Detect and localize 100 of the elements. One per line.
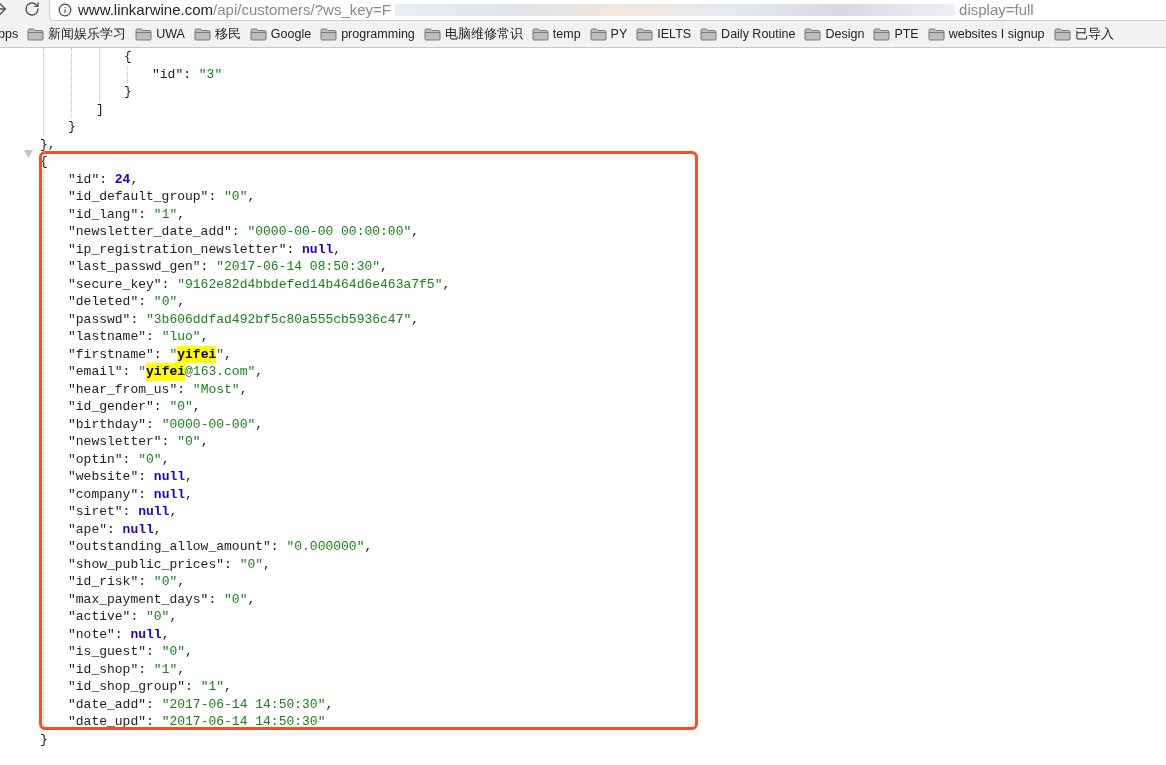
json-punctuation: , (442, 275, 451, 293)
json-key: "note": (68, 625, 131, 643)
json-punctuation: , (224, 678, 232, 696)
json-key: "hear_from_us": (68, 380, 193, 398)
json-value: null (138, 503, 170, 521)
json-punctuation: { (124, 48, 132, 66)
json-key: "id_shop": (68, 660, 154, 678)
json-value: "0000-00-00 00:00:00" (247, 223, 412, 241)
json-key: "id_shop_group": (68, 678, 201, 696)
bookmark-item[interactable]: UWA (135, 24, 185, 44)
json-punctuation: , (255, 415, 264, 433)
json-punctuation: , (177, 660, 186, 678)
json-punctuation: }, (40, 135, 56, 153)
json-value: 24 (114, 170, 131, 188)
json-key: "last_passwd_gen": (68, 258, 217, 276)
bookmark-item[interactable]: Daily Routine (700, 24, 796, 44)
json-value: "0" (177, 433, 201, 451)
json-key: "firstname": (68, 345, 170, 363)
bookmark-item[interactable]: 电脑维修常识 (423, 24, 523, 44)
bookmark-item[interactable]: Google (249, 24, 312, 44)
json-key: "newsletter": (68, 433, 178, 451)
json-key: "id_gender": (68, 398, 170, 416)
json-value: "0" (169, 398, 193, 416)
json-value: " (169, 345, 178, 363)
bookmark-item[interactable]: PTE (873, 24, 919, 44)
json-punctuation: , (177, 573, 186, 591)
json-punctuation: , (161, 625, 170, 643)
json-punctuation: , (325, 695, 334, 713)
json-value: "0" (153, 293, 178, 311)
json-value: "2017-06-14 08:50:30" (216, 258, 381, 276)
json-value: null (130, 625, 162, 643)
bookmark-item[interactable]: programming (320, 24, 415, 44)
json-value: null (153, 485, 186, 503)
json-key: "deleted": (68, 293, 154, 311)
json-punctuation: , (177, 205, 186, 223)
json-punctuation: , (263, 555, 271, 573)
json-punctuation: , (192, 398, 201, 416)
json-key: "id_default_group": (68, 188, 225, 206)
json-punctuation: , (177, 293, 186, 311)
json-punctuation: } (40, 730, 48, 748)
json-key: "max_payment_days": (68, 590, 225, 608)
bookmark-item[interactable]: IELTS (636, 24, 692, 44)
json-value: "2017-06-14 14:50:30" (161, 713, 326, 731)
json-punctuation: , (380, 258, 388, 276)
json-punctuation: , (169, 503, 178, 521)
json-punctuation: , (333, 240, 342, 258)
json-punctuation: , (255, 363, 264, 381)
json-punctuation: ] (96, 100, 104, 118)
json-punctuation: , (411, 223, 420, 241)
json-key: "ape": (68, 520, 123, 538)
json-punctuation: , (130, 170, 139, 188)
info-icon[interactable] (58, 3, 72, 17)
reload-icon[interactable] (24, 1, 40, 17)
json-value: "luo" (161, 328, 201, 346)
address-field[interactable]: www.linkarwine.com/api/customers/?ws_key=F display=full (49, 0, 1166, 21)
json-punctuation: , (247, 188, 256, 206)
json-punctuation: , (169, 608, 178, 626)
json-key: "siret": (68, 503, 139, 521)
toggle-triangle-icon[interactable] (24, 150, 33, 158)
json-punctuation: , (224, 345, 232, 363)
bookmark-item[interactable]: websites I signup (927, 24, 1045, 44)
bookmark-item[interactable]: Design (804, 24, 865, 44)
json-key: "active": (68, 608, 146, 626)
json-value: "0" (161, 643, 186, 661)
json-value: "0" (146, 608, 170, 626)
json-key: "show_public_prices": (68, 555, 240, 573)
json-punctuation: , (185, 468, 193, 486)
json-punctuation: , (200, 328, 209, 346)
json-key: "website": (68, 468, 154, 486)
json-value: "9162e82d4bbdefed14b464d6e463a7f5" (177, 275, 443, 293)
json-value: "3b606ddfad492bf5c80a555cb5936c47" (146, 310, 412, 328)
json-punctuation: , (364, 538, 373, 556)
bookmark-item[interactable]: 移民 (193, 24, 241, 44)
json-punctuation: } (124, 83, 132, 101)
json-key: "company": (68, 485, 154, 503)
json-value: null (153, 468, 186, 486)
json-value: "0" (153, 573, 178, 591)
bookmark-item[interactable]: temp (531, 24, 581, 44)
bookmark-item[interactable]: 已导入 (1053, 24, 1114, 44)
json-value: "Most" (192, 380, 240, 398)
json-value: "0" (138, 450, 162, 468)
json-key: "is_guest": (68, 643, 162, 661)
json-punctuation: , (185, 485, 193, 503)
json-value: "2017-06-14 14:50:30" (161, 695, 326, 713)
json-punctuation: , (161, 450, 170, 468)
json-key: "date_upd": (68, 713, 162, 731)
bookmark-item[interactable]: PY (589, 24, 628, 44)
json-value: "1" (153, 205, 178, 223)
json-value: " (216, 345, 225, 363)
json-key: "newsletter_date_add": (68, 223, 248, 241)
json-key: "id": (68, 170, 115, 188)
bookmark-item[interactable]: 新闻娱乐学习 (27, 24, 127, 44)
json-punctuation: , (239, 380, 248, 398)
json-key: "id_lang": (68, 205, 154, 223)
json-value: "0" (224, 590, 248, 608)
json-key: "id": (152, 65, 199, 83)
json-key: "secure_key": (68, 275, 178, 293)
json-key: "passwd": (68, 310, 146, 328)
json-punctuation: } (68, 118, 76, 136)
json-value: "1" (153, 660, 178, 678)
